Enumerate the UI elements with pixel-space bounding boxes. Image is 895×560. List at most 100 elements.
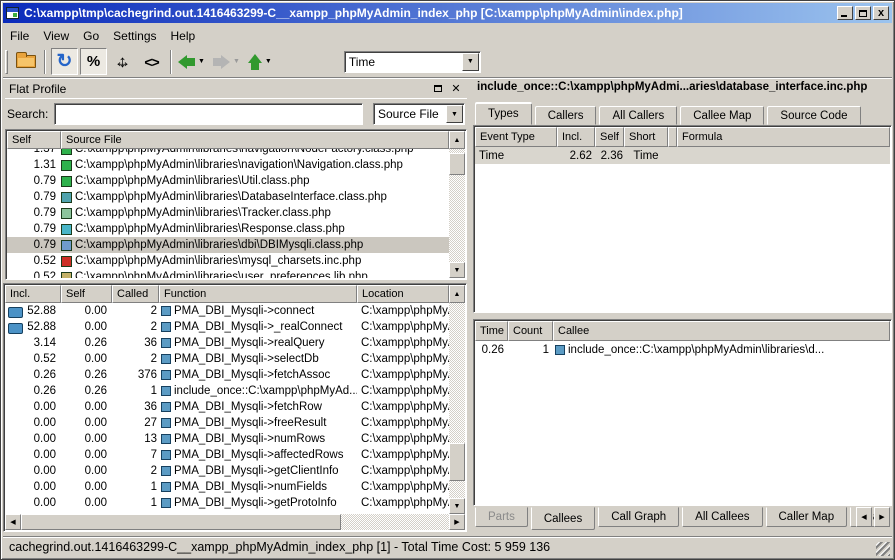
column-header-event-type[interactable]: Event Type <box>475 127 557 147</box>
function-table-hscrollbar[interactable]: ◀ <box>5 514 449 530</box>
function-row[interactable]: 52.88 0.00 2 PMA_DBI_Mysqli->_realConnec… <box>5 319 449 335</box>
scroll-down-button[interactable]: ▼ <box>449 262 465 278</box>
up-button[interactable] <box>248 54 262 70</box>
function-row[interactable]: 0.00 0.00 27 PMA_DBI_Mysqli->freeResult … <box>5 415 449 431</box>
column-header-callee[interactable]: Callee <box>553 321 890 341</box>
column-header-called[interactable]: Called <box>112 285 159 303</box>
function-row[interactable]: 0.00 0.00 13 PMA_DBI_Mysqli->numRows C:\… <box>5 431 449 447</box>
resize-grip-icon[interactable] <box>876 542 890 556</box>
function-row[interactable]: 3.14 0.26 36 PMA_DBI_Mysqli->realQuery C… <box>5 335 449 351</box>
open-file-button[interactable] <box>12 48 39 75</box>
detail-bottom-tab[interactable]: Caller Map <box>766 507 848 527</box>
detail-bottom-tab[interactable]: Callees <box>531 507 595 530</box>
function-table-vscrollbar[interactable] <box>449 303 465 514</box>
dock-close-button[interactable]: ✕ <box>449 82 463 95</box>
menu-item[interactable]: Go <box>76 27 106 45</box>
detail-tab[interactable]: Callers <box>535 106 597 125</box>
scroll-left-button[interactable]: ◀ <box>5 514 21 530</box>
back-dropdown-caret[interactable]: ▼ <box>198 58 205 65</box>
close-button[interactable]: x <box>873 6 889 20</box>
scrollbar-thumb[interactable] <box>449 153 465 175</box>
percent-icon: % <box>87 53 100 70</box>
forward-button[interactable] <box>213 55 230 69</box>
detail-tab[interactable]: Callee Map <box>680 106 764 125</box>
function-icon <box>161 306 171 316</box>
menu-item[interactable]: Settings <box>106 27 163 45</box>
scroll-up-button[interactable]: ▲ <box>449 131 465 149</box>
function-row[interactable]: 0.26 0.26 1 include_once::C:\xampp\phpMy… <box>5 383 449 399</box>
percent-toggle-button[interactable]: % <box>80 48 107 75</box>
function-row[interactable]: 52.88 0.00 2 PMA_DBI_Mysqli->connect C:\… <box>5 303 449 319</box>
menu-item[interactable]: View <box>36 27 76 45</box>
file-row[interactable]: 0.79 C:\xampp\phpMyAdmin\libraries\Respo… <box>7 221 449 237</box>
group-by-dropdown-button[interactable]: ▼ <box>446 105 463 123</box>
column-header-time[interactable]: Time <box>475 321 508 341</box>
file-list-vscrollbar[interactable] <box>449 149 465 262</box>
column-header-formula[interactable]: Formula <box>677 127 890 147</box>
function-row[interactable]: 0.00 0.00 7 PMA_DBI_Mysqli->affectedRows… <box>5 447 449 463</box>
detail-tab[interactable]: Source Code <box>767 106 860 125</box>
dock-float-button[interactable] <box>431 82 445 95</box>
file-row[interactable]: 0.79 C:\xampp\phpMyAdmin\libraries\Datab… <box>7 189 449 205</box>
file-row[interactable]: 0.52 C:\xampp\phpMyAdmin\libraries\mysql… <box>7 253 449 269</box>
event-type-select[interactable]: Time ▼ <box>344 51 481 73</box>
file-row[interactable]: 0.52 C:\xampp\phpMyAdmin\libraries\user_… <box>7 269 449 278</box>
function-row[interactable]: 0.52 0.00 2 PMA_DBI_Mysqli->selectDb C:\… <box>5 351 449 367</box>
search-input[interactable] <box>54 103 363 125</box>
event-type-dropdown-button[interactable]: ▼ <box>462 53 479 71</box>
tab-scroll-left-button[interactable]: ◀ <box>856 507 872 527</box>
back-button[interactable] <box>178 55 195 69</box>
relative-cost-button[interactable]: <> <box>138 48 165 75</box>
detail-bottom-tab[interactable]: Call Graph <box>598 507 679 527</box>
column-header-self[interactable]: Self <box>595 127 624 147</box>
up-dropdown-caret[interactable]: ▼ <box>265 58 272 65</box>
event-type-row[interactable]: Time 2.62 2.36 Time <box>475 147 890 164</box>
cost-color-square-icon <box>61 208 72 219</box>
minimize-button[interactable] <box>837 6 853 20</box>
detail-tab[interactable]: Types <box>475 103 532 125</box>
scroll-right-button[interactable]: ▶ <box>449 514 465 530</box>
group-by-value: Source File <box>374 107 445 121</box>
source-file-list: Self Source File ▲ 1.37 C:\xampp\phpMyAd… <box>5 129 467 280</box>
file-row[interactable]: 0.79 C:\xampp\phpMyAdmin\libraries\Util.… <box>7 173 449 189</box>
function-row[interactable]: 0.00 0.00 36 PMA_DBI_Mysqli->fetchRow C:… <box>5 399 449 415</box>
selected-function-title: include_once::C:\xampp\phpMyAdmi...aries… <box>477 81 890 97</box>
file-row[interactable]: 1.31 C:\xampp\phpMyAdmin\libraries\navig… <box>7 157 449 173</box>
column-header-location[interactable]: Location <box>357 285 449 303</box>
detail-bottom-tab[interactable]: All Callees <box>682 507 762 527</box>
function-icon <box>161 482 171 492</box>
tab-scroll-right-button[interactable]: ▶ <box>874 507 890 527</box>
function-row[interactable]: 0.00 0.00 2 PMA_DBI_Mysqli->getClientInf… <box>5 463 449 479</box>
column-header-self[interactable]: Self <box>61 285 112 303</box>
function-row[interactable]: 0.26 0.26 376 PMA_DBI_Mysqli->fetchAssoc… <box>5 367 449 383</box>
reload-button[interactable]: ↻ <box>51 48 78 75</box>
menu-item[interactable]: File <box>3 27 36 45</box>
file-row[interactable]: 1.37 C:\xampp\phpMyAdmin\libraries\navig… <box>7 149 449 157</box>
toolbar-handle[interactable] <box>5 50 8 74</box>
column-header-function[interactable]: Function <box>159 285 357 303</box>
file-row[interactable]: 0.79 C:\xampp\phpMyAdmin\libraries\dbi\D… <box>7 237 449 253</box>
detail-bottom-tab[interactable]: Parts <box>475 507 528 527</box>
detail-tab[interactable]: All Callers <box>599 106 677 125</box>
dock-header: Flat Profile ✕ <box>5 79 467 99</box>
scroll-down-button[interactable]: ▼ <box>449 498 465 514</box>
scrollbar-thumb[interactable] <box>449 443 465 481</box>
scroll-up-button[interactable]: ▲ <box>449 285 465 303</box>
cycle-detection-button[interactable]: ↔↕ <box>109 48 136 75</box>
scrollbar-thumb[interactable] <box>21 514 341 530</box>
column-header-self[interactable]: Self <box>7 131 61 149</box>
menu-item[interactable]: Help <box>164 27 203 45</box>
forward-arrow-icon <box>221 55 230 69</box>
minimize-icon <box>841 15 847 17</box>
function-row[interactable]: 0.00 0.00 1 PMA_DBI_Mysqli->numFields C:… <box>5 479 449 495</box>
column-header-short[interactable]: Short <box>624 127 668 147</box>
callee-row[interactable]: 0.26 1 include_once::C:\xampp\phpMyAdmin… <box>475 341 890 358</box>
column-header-incl[interactable]: Incl. <box>5 285 61 303</box>
group-by-select[interactable]: Source File ▼ <box>373 103 465 125</box>
column-header-source-file[interactable]: Source File <box>61 131 449 149</box>
maximize-button[interactable] <box>855 6 871 20</box>
file-row[interactable]: 0.79 C:\xampp\phpMyAdmin\libraries\Track… <box>7 205 449 221</box>
column-header-count[interactable]: Count <box>508 321 553 341</box>
function-row[interactable]: 0.00 0.00 1 PMA_DBI_Mysqli->getProtoInfo… <box>5 495 449 511</box>
column-header-incl[interactable]: Incl. <box>557 127 595 147</box>
